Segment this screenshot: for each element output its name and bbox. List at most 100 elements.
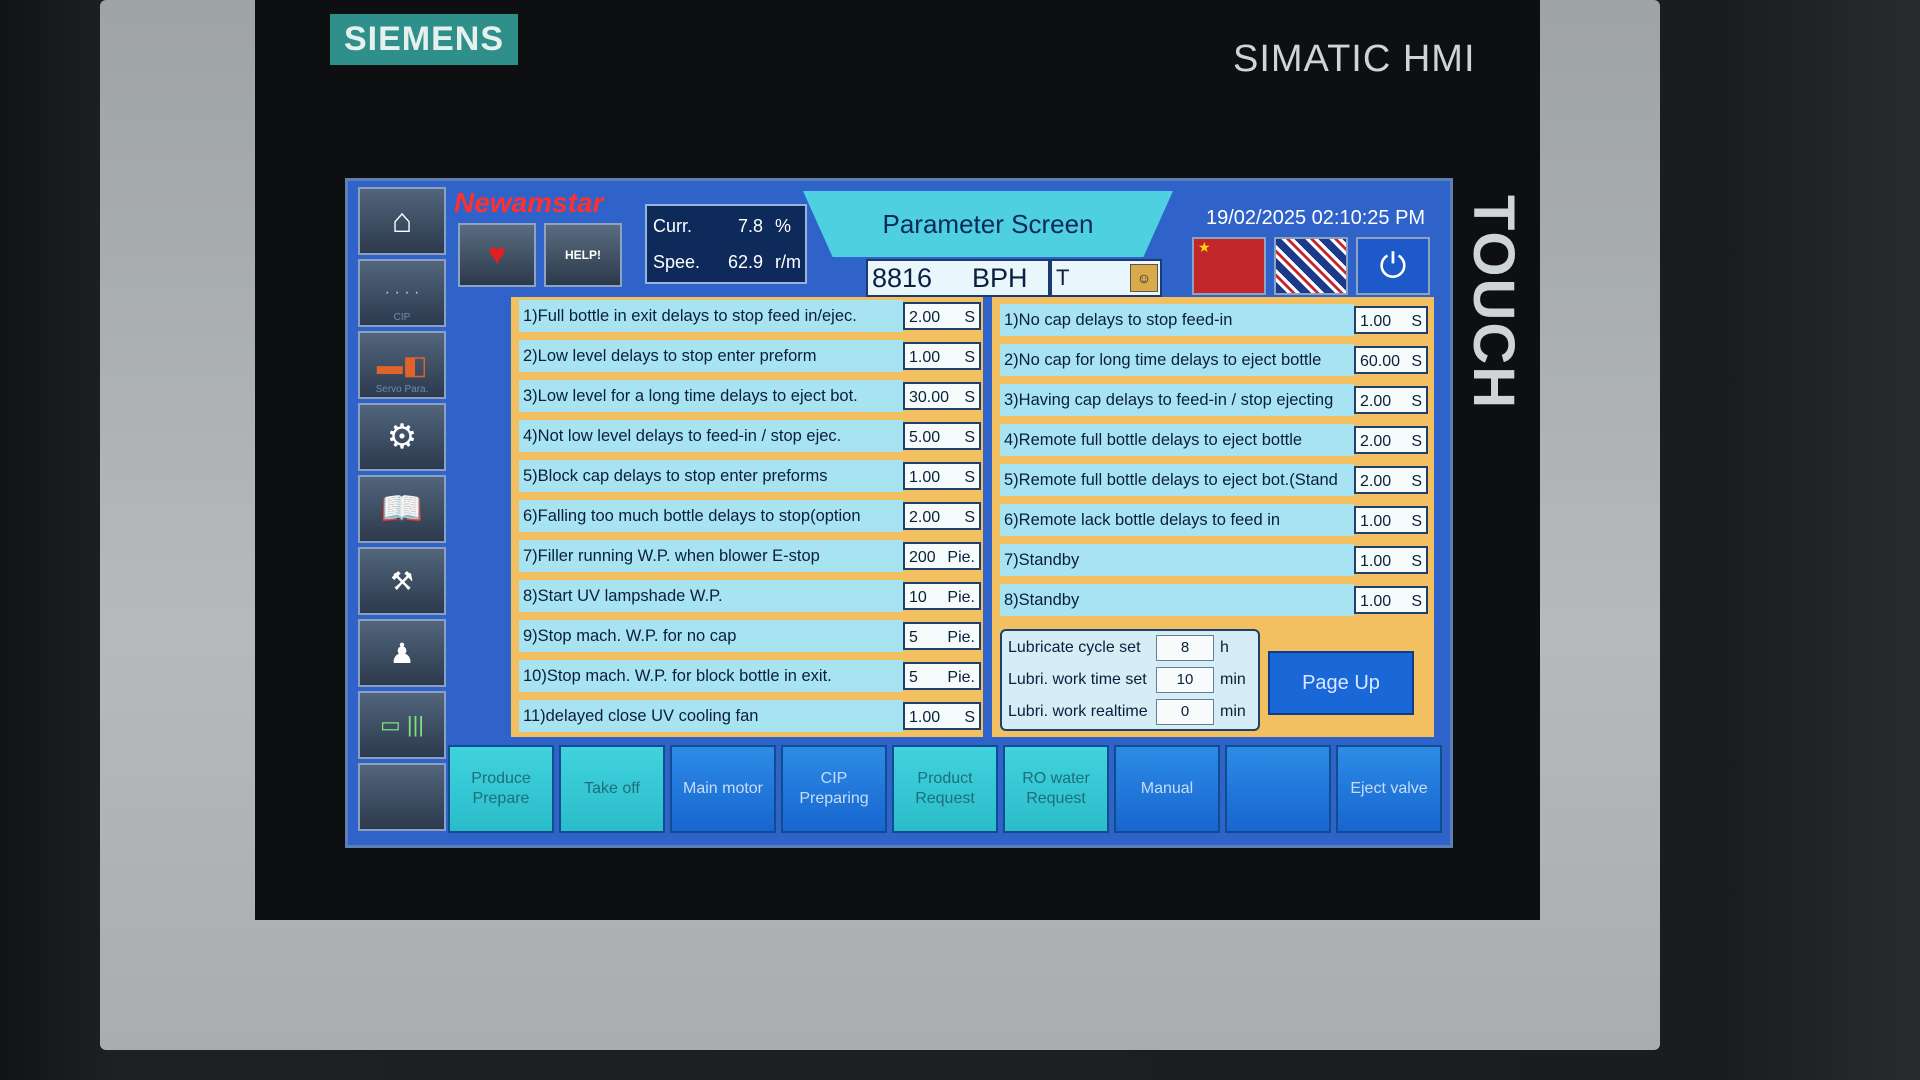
right-unit-5: S bbox=[1411, 473, 1422, 490]
right-value-5: 2.00 bbox=[1360, 473, 1392, 490]
lube-worktime-label: Lubri. work time set bbox=[1008, 671, 1147, 688]
left-value-input-8[interactable]: 10 Pie. bbox=[903, 582, 981, 610]
left-value-7: 200 bbox=[909, 549, 936, 566]
newamstar-logo: Newamstar bbox=[454, 187, 604, 218]
left-unit-1: S bbox=[964, 309, 975, 326]
manual-book-button[interactable]: 📖 bbox=[358, 475, 446, 543]
right-value-input-3[interactable]: 2.00 S bbox=[1354, 386, 1428, 414]
speed-value: 62.9 bbox=[727, 251, 763, 272]
left-value-11: 1.00 bbox=[909, 709, 941, 726]
left-unit-3: S bbox=[964, 389, 975, 406]
help-button[interactable]: HELP! bbox=[544, 223, 622, 287]
left-row-4: 4)Not low level delays to feed-in / stop… bbox=[519, 419, 981, 453]
person-icon: ♟ bbox=[389, 637, 415, 669]
left-label-4: 4)Not low level delays to feed-in / stop… bbox=[519, 420, 903, 452]
power-button[interactable]: ⏻ bbox=[1356, 237, 1430, 295]
servo-params-button[interactable]: ▬◧ Servo Para. bbox=[358, 331, 446, 399]
cip-button[interactable]: · · · · CIP bbox=[358, 259, 446, 327]
left-label-3: 3)Low level for a long time delays to ej… bbox=[519, 380, 903, 412]
right-unit-6: S bbox=[1411, 513, 1422, 530]
produce-prepare-button[interactable]: Produce Prepare bbox=[448, 745, 554, 833]
right-label-8: 8)Standby bbox=[1000, 584, 1354, 616]
right-value-1: 1.00 bbox=[1360, 313, 1392, 330]
left-label-8: 8)Start UV lampshade W.P. bbox=[519, 580, 903, 612]
right-value-3: 2.00 bbox=[1360, 393, 1392, 410]
help-sign-icon: HELP! bbox=[565, 248, 601, 262]
right-value-input-2[interactable]: 60.00 S bbox=[1354, 346, 1428, 374]
io-status-button[interactable]: ▭ ||| bbox=[358, 691, 446, 759]
heart-alarm-icon: ♥ bbox=[488, 238, 506, 271]
t-field[interactable]: T ☺ bbox=[1050, 259, 1162, 297]
left-row-6: 6)Falling too much bottle delays to stop… bbox=[519, 499, 981, 533]
manual-button[interactable]: Manual bbox=[1114, 745, 1220, 833]
right-value-2: 60.00 bbox=[1360, 353, 1401, 370]
servo-motor-icon: ▬◧ bbox=[376, 349, 428, 380]
left-unit-9: Pie. bbox=[947, 629, 975, 646]
home-button[interactable]: ⌂ bbox=[358, 187, 446, 255]
cip-preparing-button[interactable]: CIP Preparing bbox=[781, 745, 887, 833]
left-value-input-5[interactable]: 1.00 S bbox=[903, 462, 981, 490]
home-icon: ⌂ bbox=[391, 201, 413, 240]
eject-valve-button[interactable]: Eject valve bbox=[1336, 745, 1442, 833]
left-value-input-10[interactable]: 5 Pie. bbox=[903, 662, 981, 690]
left-value-5: 1.00 bbox=[909, 469, 941, 486]
left-value-input-7[interactable]: 200 Pie. bbox=[903, 542, 981, 570]
left-value-9: 5 bbox=[909, 629, 918, 646]
left-value-input-2[interactable]: 1.00 S bbox=[903, 342, 981, 370]
right-value-7: 1.00 bbox=[1360, 553, 1392, 570]
current-unit: % bbox=[775, 215, 792, 236]
right-row-1: 1)No cap delays to stop feed-in 1.00 S bbox=[1000, 303, 1428, 337]
io-status-icon: ▭ ||| bbox=[379, 712, 425, 737]
right-value-input-4[interactable]: 2.00 S bbox=[1354, 426, 1428, 454]
lube-worktime-input[interactable]: 10 bbox=[1156, 667, 1214, 693]
lube-realtime-unit: min bbox=[1220, 703, 1246, 720]
chinese-language-button[interactable]: ★ bbox=[1192, 237, 1266, 295]
right-value-input-7[interactable]: 1.00 S bbox=[1354, 546, 1428, 574]
user-login-icon[interactable]: ☺ bbox=[1130, 264, 1158, 292]
right-label-1: 1)No cap delays to stop feed-in bbox=[1000, 304, 1354, 336]
right-value-input-1[interactable]: 1.00 S bbox=[1354, 306, 1428, 334]
right-row-8: 8)Standby 1.00 S bbox=[1000, 583, 1428, 617]
servo-caption: Servo Para. bbox=[375, 384, 429, 395]
page-up-button[interactable]: Page Up bbox=[1268, 651, 1414, 715]
machine-button[interactable]: ⚒ bbox=[358, 547, 446, 615]
main-motor-button[interactable]: Main motor bbox=[670, 745, 776, 833]
left-row-5: 5)Block cap delays to stop enter preform… bbox=[519, 459, 981, 493]
left-value-input-4[interactable]: 5.00 S bbox=[903, 422, 981, 450]
operator-button[interactable]: ♟ bbox=[358, 619, 446, 687]
right-label-5: 5)Remote full bottle delays to eject bot… bbox=[1000, 464, 1354, 496]
water-drops-icon: · · · · bbox=[384, 284, 420, 301]
lube-realtime-label: Lubri. work realtime bbox=[1008, 703, 1148, 720]
right-label-4: 4)Remote full bottle delays to eject bot… bbox=[1000, 424, 1354, 456]
left-value-input-1[interactable]: 2.00 S bbox=[903, 302, 981, 330]
right-row-2: 2)No cap for long time delays to eject b… bbox=[1000, 343, 1428, 377]
left-value-input-6[interactable]: 2.00 S bbox=[903, 502, 981, 530]
left-value-3: 30.00 bbox=[909, 389, 950, 406]
right-unit-4: S bbox=[1411, 433, 1422, 450]
left-value-input-11[interactable]: 1.00 S bbox=[903, 702, 981, 730]
ro-water-request-button[interactable]: RO water Request bbox=[1003, 745, 1109, 833]
right-row-7: 7)Standby 1.00 S bbox=[1000, 543, 1428, 577]
motor-readout: Curr. 7.8 % Spee. 62.9 r/m bbox=[645, 204, 807, 284]
left-unit-10: Pie. bbox=[947, 669, 975, 686]
right-row-4: 4)Remote full bottle delays to eject bot… bbox=[1000, 423, 1428, 457]
left-value-input-3[interactable]: 30.00 S bbox=[903, 382, 981, 410]
left-label-10: 10)Stop mach. W.P. for block bottle in e… bbox=[519, 660, 903, 692]
alarm-button[interactable]: ♥ bbox=[458, 223, 536, 287]
product-request-button[interactable]: Product Request bbox=[892, 745, 998, 833]
sidebar-blank-button[interactable] bbox=[358, 763, 446, 831]
lube-cycle-input[interactable]: 8 bbox=[1156, 635, 1214, 661]
left-value-input-9[interactable]: 5 Pie. bbox=[903, 622, 981, 650]
english-language-button[interactable] bbox=[1274, 237, 1348, 295]
right-value-input-5[interactable]: 2.00 S bbox=[1354, 466, 1428, 494]
left-value-1: 2.00 bbox=[909, 309, 941, 326]
siemens-logo: SIEMENS bbox=[330, 14, 519, 65]
gears-button[interactable]: ⚙ bbox=[358, 403, 446, 471]
left-label-1: 1)Full bottle in exit delays to stop fee… bbox=[519, 300, 903, 332]
blank-button[interactable] bbox=[1225, 745, 1331, 833]
sidebar-nav: ⌂ · · · · CIP ▬◧ Servo Para. ⚙ 📖 ⚒ ♟ ▭ |… bbox=[354, 187, 446, 837]
right-value-input-8[interactable]: 1.00 S bbox=[1354, 586, 1428, 614]
power-icon: ⏻ bbox=[1379, 246, 1407, 285]
take-off-button[interactable]: Take off bbox=[559, 745, 665, 833]
right-value-input-6[interactable]: 1.00 S bbox=[1354, 506, 1428, 534]
